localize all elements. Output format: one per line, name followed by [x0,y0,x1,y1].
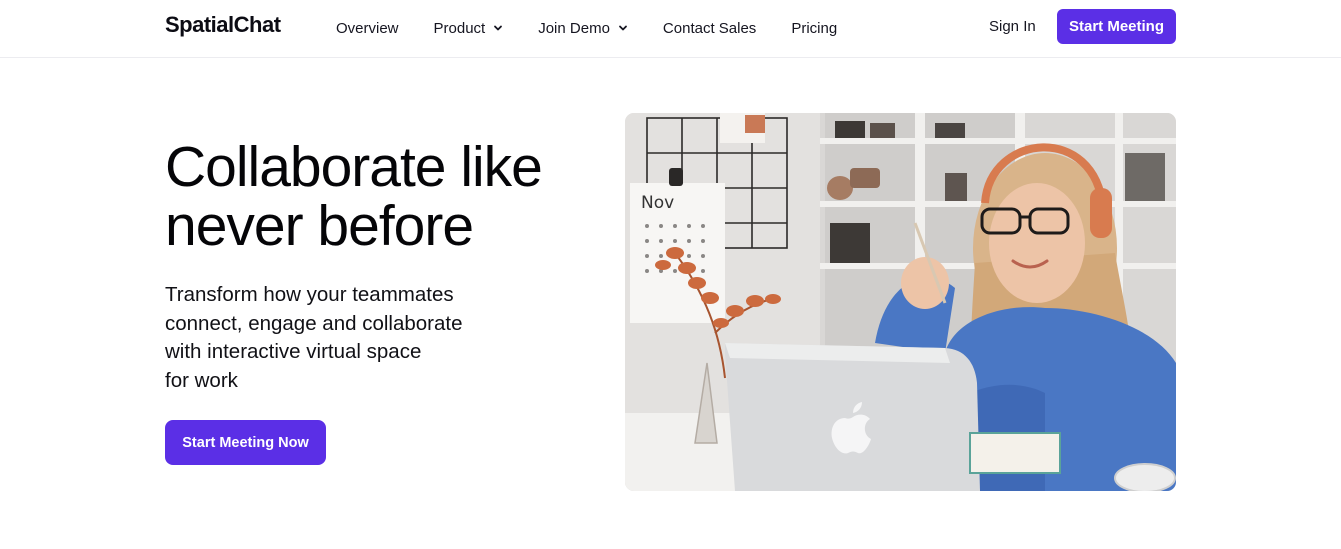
top-navigation-bar: SpatialChat Overview Product Join Demo C… [0,0,1341,58]
hero-subtitle-line: with interactive virtual space [165,340,422,363]
hero-subtitle: Transform how your teammates connect, en… [165,281,525,395]
nav-item-label: Contact Sales [662,19,757,37]
hero-subtitle-line: connect, engage and collaborate [165,311,463,335]
calendar-month-label: Nov [641,193,674,213]
chevron-down-icon [619,25,627,31]
hero-headline: Collaborate like never before [165,138,595,256]
hero-headline-line: Collaborate like [165,135,543,199]
spatialchat-logo[interactable]: SpatialChat [165,12,281,38]
main-nav: Overview Product Join Demo Contact Sales… [336,0,872,56]
start-meeting-button[interactable]: Start Meeting [1057,9,1176,44]
nav-item-join-demo[interactable]: Join Demo [538,20,628,37]
nav-item-pricing[interactable]: Pricing [791,20,837,37]
start-meeting-now-button[interactable]: Start Meeting Now [165,420,326,465]
hero-headline-line: never before [165,194,474,258]
nav-item-label: Product [433,19,486,37]
nav-item-overview[interactable]: Overview [336,20,399,37]
nav-item-label: Pricing [791,19,838,37]
nav-item-contact-sales[interactable]: Contact Sales [663,20,756,37]
nav-item-label: Overview [336,19,399,37]
nav-item-label: Join Demo [538,19,610,37]
hero-photo-illustration: Nov [625,113,1176,491]
sign-in-link[interactable]: Sign In [989,18,1036,35]
chevron-down-icon [494,25,503,31]
hero-subtitle-line: for work [165,368,238,392]
nav-item-product[interactable]: Product [434,20,504,37]
hero-subtitle-line: Transform how your teammates [165,283,454,306]
hero-photo: Nov [625,113,1176,491]
